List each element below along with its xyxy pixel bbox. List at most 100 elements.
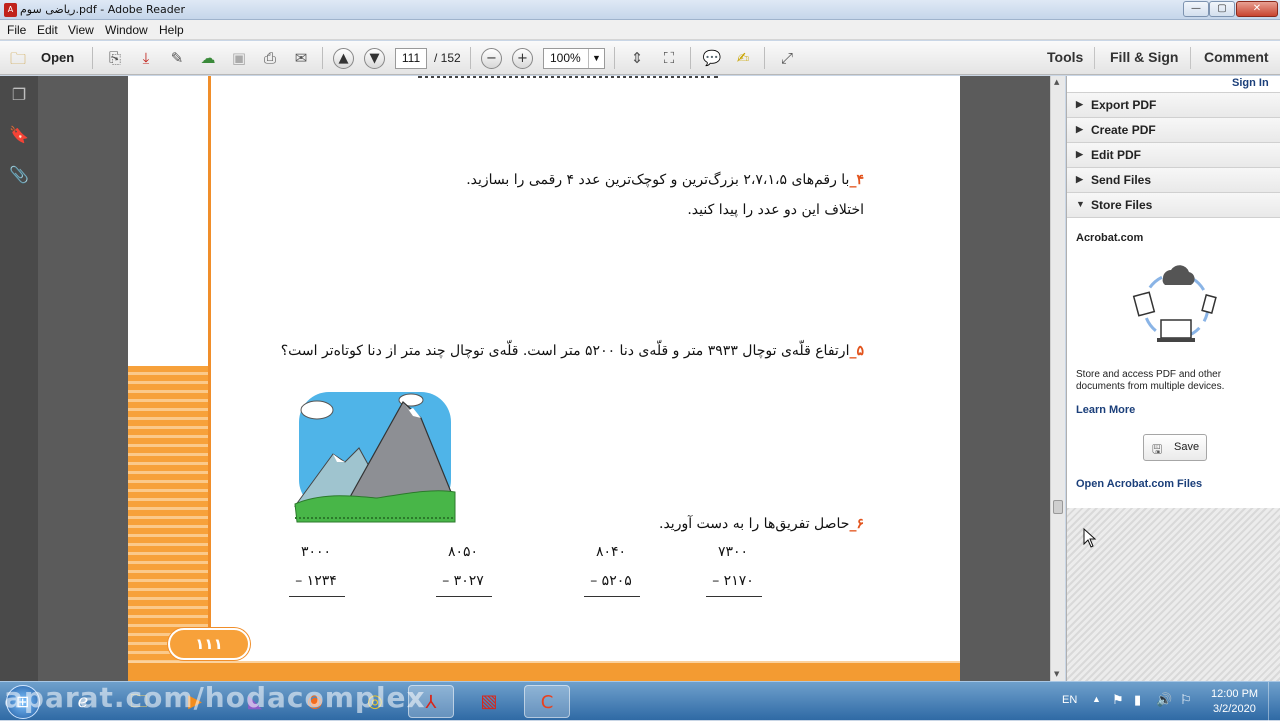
fit-width-icon[interactable]: ⇕ (626, 47, 648, 69)
mountain-illustration (294, 392, 456, 523)
answer-line (706, 596, 762, 597)
title-bar: A ریاضی سوم.pdf - Adobe Reader — ▢ ✕ (0, 0, 1280, 20)
email-icon[interactable]: ✉ (290, 47, 312, 69)
open-acrobat-files-link[interactable]: Open Acrobat.com Files (1076, 478, 1202, 490)
tools-pane: Sign In ▶ Export PDF ▶ Create PDF ▶ Edit… (1066, 76, 1280, 681)
show-hidden-icons-icon[interactable]: ▲ (1092, 694, 1101, 704)
scroll-down-icon[interactable]: ▼ (1054, 670, 1059, 678)
previous-question-fragment (418, 76, 718, 78)
page-bottom-band (128, 661, 960, 681)
question-4-line-1: ۴_با رقم‌های ۲،۷،۱،۵ بزرگ‌ترین و کوچک‌تر… (466, 172, 864, 188)
store-files-section[interactable]: ▼ Store Files (1067, 193, 1280, 218)
document-view[interactable]: ۴_با رقم‌های ۲،۷،۱،۵ بزرگ‌ترین و کوچک‌تر… (38, 76, 1050, 681)
edit-pdf-section[interactable]: ▶ Edit PDF (1067, 143, 1280, 168)
subtraction-bottom: – ۳۰۲۷ (442, 573, 484, 589)
clock-time[interactable]: 12:00 PM (1211, 688, 1258, 700)
vertical-scrollbar[interactable]: ▲ ▼ (1050, 76, 1065, 681)
learn-more-link[interactable]: Learn More (1076, 404, 1135, 416)
zoom-out-button[interactable]: − (481, 48, 502, 69)
print-icon[interactable]: ⎙ (259, 47, 281, 69)
close-button[interactable]: ✕ (1236, 1, 1278, 17)
tab-separator (1094, 47, 1095, 69)
subtraction-top: ۳۰۰۰ (300, 544, 332, 560)
chevron-down-icon: ▼ (588, 49, 604, 68)
subtraction-top: ۸۰۵۰ (447, 544, 479, 560)
cloud-upload-icon[interactable]: ☁ (197, 47, 219, 69)
sign-in-link[interactable]: Sign In (1232, 77, 1269, 89)
flag-icon[interactable]: ⚐ (1180, 692, 1192, 708)
export-pdf-section[interactable]: ▶ Export PDF (1067, 93, 1280, 118)
expand-arrow-icon: ▶ (1076, 124, 1083, 134)
edit-pdf-icon[interactable]: ✎ (166, 47, 188, 69)
page-margin-line (208, 76, 211, 681)
empty-pane-area (1067, 508, 1280, 681)
minimize-button[interactable]: — (1183, 1, 1209, 17)
page-number-input[interactable]: 111 (395, 48, 427, 69)
zoom-select[interactable]: 100% ▼ (543, 48, 605, 69)
full-screen-icon[interactable]: ⤢ (776, 47, 798, 69)
menu-file[interactable]: File (7, 23, 26, 37)
clock-date[interactable]: 3/2/2020 (1213, 703, 1256, 715)
send-files-section[interactable]: ▶ Send Files (1067, 168, 1280, 193)
pdf-tool-icon[interactable]: ▧ (466, 685, 512, 718)
previous-page-button[interactable]: ▲ (333, 48, 354, 69)
question-4-text: با رقم‌های ۲،۷،۱،۵ بزرگ‌ترین و کوچک‌ترین… (466, 172, 850, 188)
fill-sign-tab[interactable]: Fill & Sign (1110, 49, 1178, 65)
folder-icon: 🗀 (10, 49, 27, 68)
tools-tab[interactable]: Tools (1047, 49, 1083, 65)
create-pdf-icon[interactable]: ⎘ (104, 47, 126, 69)
pdf-page: ۴_با رقم‌های ۲،۷،۱،۵ بزرگ‌ترین و کوچک‌تر… (128, 76, 960, 681)
menu-window[interactable]: Window (105, 23, 148, 37)
menu-bar: File Edit View Window Help (0, 20, 1280, 40)
scrollbar-thumb[interactable] (1053, 500, 1063, 514)
question-6-text: حاصل تفریق‌ها را به دست آورید. (659, 516, 850, 532)
zoom-in-button[interactable]: + (512, 48, 533, 69)
save-icon: 🖫 (1152, 442, 1163, 456)
collapse-arrow-icon: ▼ (1076, 199, 1085, 209)
toolbar-separator (690, 47, 691, 69)
question-5: ۵_ارتفاع قلّه‌ی توچال ۳۹۳۳ متر و قلّه‌ی … (281, 343, 864, 359)
save-to-acrobat-button[interactable]: 🖫 Save (1143, 434, 1207, 461)
subtraction-bottom: – ۲۱۷۰ (712, 573, 754, 589)
question-4-line-2: اختلاف این دو عدد را پیدا کنید. (687, 202, 864, 218)
menu-help[interactable]: Help (159, 23, 184, 37)
subtraction-problem: ۸۰۴۰ – ۵۲۰۵ (576, 544, 648, 604)
subtraction-bottom: – ۵۲۰۵ (590, 573, 632, 589)
expand-arrow-icon: ▶ (1076, 174, 1083, 184)
fit-page-icon[interactable]: ⛶ (658, 47, 680, 69)
next-page-button[interactable]: ▼ (364, 48, 385, 69)
scroll-up-icon[interactable]: ▲ (1054, 78, 1059, 86)
page-thumbnails-icon[interactable]: ❐ (8, 84, 30, 106)
open-label: Open (41, 50, 75, 65)
section-label: Create PDF (1091, 123, 1156, 137)
action-center-icon[interactable]: ⚑ (1112, 692, 1124, 708)
subtraction-problem: ۸۰۵۰ – ۳۰۲۷ (428, 544, 500, 604)
attachments-icon[interactable]: 📎 (8, 164, 30, 186)
language-indicator[interactable]: EN (1062, 694, 1077, 706)
comment-tab[interactable]: Comment (1204, 49, 1269, 65)
volume-icon[interactable]: 🔊 (1156, 692, 1172, 708)
maximize-button[interactable]: ▢ (1209, 1, 1235, 17)
tab-separator (1190, 47, 1191, 69)
network-icon[interactable]: ▮ (1134, 692, 1141, 708)
zoom-value: 100% (550, 51, 581, 65)
save-icon[interactable]: ▣ (228, 47, 250, 69)
create-pdf-section[interactable]: ▶ Create PDF (1067, 118, 1280, 143)
question-6-number: ۶_ (849, 516, 864, 532)
menu-edit[interactable]: Edit (37, 23, 58, 37)
sticky-note-icon[interactable]: 💬 (701, 47, 723, 69)
subtraction-top: ۸۰۴۰ (595, 544, 627, 560)
page-total: / 152 (434, 51, 461, 65)
highlight-icon[interactable]: ✍ (732, 47, 754, 69)
open-button[interactable]: 🗀 Open (8, 47, 88, 69)
aparat-watermark: aparat.com/hodacomplex (4, 681, 426, 714)
navigation-pane: ❐ 🔖 📎 (0, 76, 38, 681)
show-desktop-button[interactable] (1268, 682, 1280, 721)
bookmarks-icon[interactable]: 🔖 (8, 124, 30, 146)
menu-view[interactable]: View (68, 23, 94, 37)
acrobat-com-title: Acrobat.com (1076, 232, 1144, 244)
export-pdf-icon[interactable]: ⤓ (135, 47, 157, 69)
question-6: ۶_حاصل تفریق‌ها را به دست آورید. (659, 516, 864, 532)
camtasia-icon[interactable]: C (524, 685, 570, 718)
toolbar-separator (764, 47, 765, 69)
